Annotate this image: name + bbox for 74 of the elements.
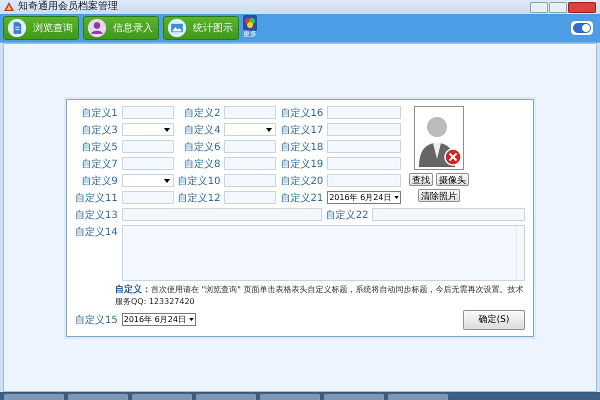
close-icon[interactable]: [568, 2, 596, 12]
delete-photo-icon[interactable]: [444, 148, 462, 166]
window-title: 知奇通用会员档案管理: [18, 1, 118, 13]
input-field[interactable]: [327, 106, 402, 119]
date-field[interactable]: 2016年 6月24日: [122, 313, 196, 326]
taskbar-button[interactable]: [388, 394, 448, 400]
field-label: 自定义21: [280, 192, 324, 204]
field-label: 自定义22: [326, 208, 368, 222]
input-field[interactable]: [122, 191, 174, 204]
field-label: 自定义4: [183, 124, 220, 136]
field-label: 自定义6: [183, 140, 220, 154]
taskbar-button[interactable]: [4, 394, 64, 400]
field-label: 自定义9: [80, 174, 118, 188]
field-label: 自定义14: [75, 226, 118, 240]
input-field[interactable]: [327, 140, 402, 153]
clear-photo-button[interactable]: 清除照片: [418, 188, 460, 202]
field-label: 自定义8: [183, 158, 220, 170]
dropdown-field[interactable]: [122, 123, 174, 136]
taskbar-button[interactable]: [68, 394, 128, 400]
photo-button[interactable]: 摄像头: [436, 172, 470, 186]
input-field[interactable]: [327, 174, 402, 187]
date-field[interactable]: 2016年 6月24日: [327, 191, 402, 204]
input-field[interactable]: [224, 140, 276, 153]
input-field[interactable]: [327, 123, 402, 136]
date-value: 2016年 6月24日: [124, 314, 186, 325]
field-label: 自定义10: [178, 174, 220, 188]
input-field[interactable]: [122, 157, 174, 170]
field-label: 自定义16: [280, 106, 324, 120]
input-field[interactable]: [224, 191, 276, 204]
input-field[interactable]: [122, 106, 174, 119]
photo-button[interactable]: 查找: [409, 172, 434, 186]
text-area[interactable]: [122, 224, 525, 280]
input-field[interactable]: [327, 157, 402, 170]
dropdown-caret-icon: [394, 196, 400, 199]
dropdown-caret-icon: [266, 128, 272, 132]
field-label: 自定义12: [178, 192, 220, 204]
toggle-switch[interactable]: [571, 21, 593, 35]
picture-icon: [167, 18, 187, 38]
field-label: 自定义2: [183, 106, 220, 120]
colorful-squares-icon: [243, 15, 257, 31]
input-field[interactable]: [224, 106, 276, 119]
field-label: 自定义11: [75, 192, 118, 204]
document-icon: [7, 18, 27, 38]
dropdown-caret-icon: [164, 178, 170, 182]
taskbar-button[interactable]: [132, 394, 192, 400]
confirm-button[interactable]: 确定(S): [463, 310, 525, 330]
field-label: 自定义19: [280, 158, 324, 170]
input-field[interactable]: [122, 140, 174, 153]
person-icon: [87, 18, 107, 38]
taskbar-button[interactable]: [260, 394, 320, 400]
date-value: 2016年 6月24日: [329, 192, 392, 203]
dropdown-field[interactable]: [224, 123, 276, 136]
minimize-icon[interactable]: [530, 2, 548, 12]
dropdown-field[interactable]: [122, 174, 174, 187]
hint-text: 自定义：首次使用请在 "浏览查询" 页面单击表格表头自定义标题，系统将自动同步标题，今后无需再次设置。技术服务QQ: 123327420: [114, 284, 524, 306]
input-field[interactable]: [122, 208, 322, 221]
app-logo-icon: [4, 2, 14, 12]
field-label: 自定义13: [75, 208, 118, 222]
taskbar-button[interactable]: [324, 394, 384, 400]
taskbar-button[interactable]: [196, 394, 256, 400]
field-label: 自定义3: [80, 124, 118, 136]
maximize-icon[interactable]: [549, 2, 567, 12]
field-label: 自定义18: [280, 140, 324, 154]
input-field[interactable]: [372, 208, 525, 221]
dropdown-caret-icon: [164, 128, 170, 132]
field-label: 自定义20: [280, 174, 324, 188]
input-field[interactable]: [224, 174, 276, 187]
dropdown-caret-icon: [188, 318, 194, 321]
field-label: 自定义15: [75, 314, 118, 326]
field-label: 自定义1: [80, 106, 118, 120]
field-label: 自定义5: [80, 140, 118, 154]
input-field[interactable]: [224, 157, 276, 170]
field-label: 自定义7: [80, 158, 118, 170]
field-label: 自定义17: [280, 124, 324, 136]
